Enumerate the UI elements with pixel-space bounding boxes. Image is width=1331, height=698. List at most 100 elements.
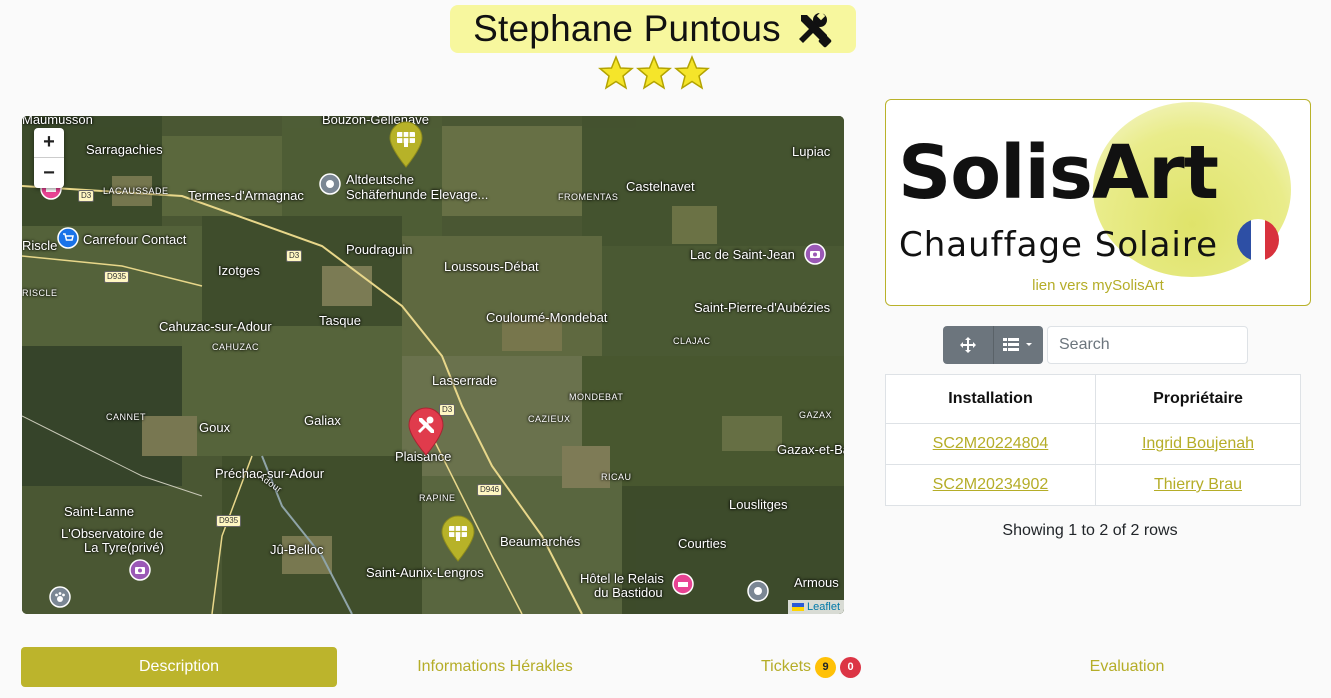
tab-label: Description <box>138 658 220 675</box>
tab-label: Informations Hérakles <box>417 658 573 675</box>
map-label: Schäferhunde Elevage... <box>346 187 489 202</box>
table-cell: Thierry Brau <box>1095 464 1301 506</box>
map-label: Saint-Pierre-d'Aubézies <box>694 300 831 315</box>
map-label: Galiax <box>304 413 341 428</box>
paw-icon[interactable] <box>49 586 71 608</box>
move-icon <box>959 337 976 353</box>
move-button[interactable] <box>943 326 994 364</box>
map-label: FROMENTAS <box>558 192 619 202</box>
map-label: Goux <box>199 420 231 435</box>
map-label: Sarragachies <box>86 142 163 157</box>
tab-description[interactable]: Description <box>21 647 337 687</box>
map-label: Louslitges <box>729 497 788 512</box>
road-shield: D935 <box>216 515 242 527</box>
star-icon <box>598 55 634 90</box>
map-label: RAPINE <box>419 493 456 503</box>
map-label: Lac de Saint-Jean <box>690 247 795 262</box>
page-title: Stephane Puntous <box>473 8 781 49</box>
map-label: Courties <box>678 536 727 551</box>
zoom-in-button[interactable]: + <box>34 128 64 158</box>
tools-icon <box>798 11 832 48</box>
france-flag-icon <box>1237 219 1279 261</box>
map-label: CANNET <box>106 412 147 422</box>
tab-label: Tickets <box>760 658 812 675</box>
map-label: Couloumé-Mondebat <box>486 310 608 325</box>
tab-informations-herakles[interactable]: Informations Hérakles <box>337 647 653 687</box>
map[interactable]: Bouzon-Gellenave Sarragachies Lupiac LAC… <box>22 116 844 614</box>
map-label: Armous <box>794 575 839 590</box>
columns-dropdown-button[interactable] <box>994 326 1044 364</box>
map-label: Altdeutsche <box>346 172 414 187</box>
attribution-link[interactable]: Leaflet <box>807 601 840 613</box>
zoom-out-button[interactable]: − <box>34 158 64 188</box>
camera-icon[interactable] <box>804 243 826 265</box>
map-label: CLAJAC <box>673 336 711 346</box>
installations-table: Installation Propriétaire SC2M20224804 I… <box>885 374 1301 506</box>
table-row: SC2M20224804 Ingrid Boujenah <box>885 423 1301 465</box>
columns-list-icon <box>1003 338 1033 351</box>
map-label: LACAUSSADE <box>103 186 169 196</box>
pagination-info: Showing 1 to 2 of 2 rows <box>1002 522 1178 539</box>
place-pin-icon[interactable] <box>747 580 769 602</box>
map-label: RISCLE <box>22 288 58 298</box>
owner-link[interactable]: Ingrid Boujenah <box>1142 435 1254 452</box>
map-label: Maumusson <box>22 116 93 127</box>
map-label: Saint-Lanne <box>64 504 135 519</box>
search-input[interactable] <box>1047 326 1248 364</box>
tab-tickets[interactable]: Tickets 9 0 <box>653 647 969 687</box>
map-label: GAZAX <box>799 410 833 420</box>
table-row: SC2M20234902 Thierry Brau <box>885 464 1301 506</box>
map-label: Castelnavet <box>626 179 695 194</box>
star-icon <box>636 55 672 90</box>
place-pin-icon[interactable] <box>319 173 341 195</box>
map-label: Saint-Aunix-Lengros <box>366 565 484 580</box>
solar-panel-marker-icon[interactable] <box>388 120 424 168</box>
map-label: Termes-d'Armagnac <box>188 188 304 203</box>
map-label: Poudraguin <box>346 242 413 257</box>
brand-tagline: Chauffage Solaire <box>899 225 1219 265</box>
tickets-open-badge: 9 <box>815 656 837 678</box>
hotel-icon[interactable] <box>672 573 694 595</box>
map-label: Gazax-et-Baccarisse <box>777 442 844 457</box>
map-label: Riscle <box>22 238 58 253</box>
installation-link[interactable]: SC2M20234902 <box>933 476 1049 493</box>
map-label: Jû-Belloc <box>270 542 324 557</box>
road-shield: D946 <box>477 484 503 496</box>
ukraine-flag-icon <box>791 603 804 611</box>
tab-evaluation[interactable]: Evaluation <box>969 647 1285 687</box>
zoom-control: + − <box>34 128 64 188</box>
tickets-urgent-badge: 0 <box>840 656 862 678</box>
map-label: L'Observatoire de <box>61 526 164 541</box>
column-header-owner[interactable]: Propriétaire <box>1095 374 1301 424</box>
map-label: RICAU <box>601 472 632 482</box>
map-label: CAZIEUX <box>528 414 571 424</box>
installation-link[interactable]: SC2M20224804 <box>933 435 1049 452</box>
brand-card: SolisArt Chauffage Solaire lien vers myS… <box>885 99 1311 306</box>
map-label: La Tyre(privé) <box>84 540 164 555</box>
map-label: du Bastidou <box>594 585 663 600</box>
tab-label: Evaluation <box>1089 658 1165 675</box>
table-cell: SC2M20234902 <box>885 464 1096 506</box>
mysolisart-link[interactable]: lien vers mySolisArt <box>886 277 1310 294</box>
map-label: CAHUZAC <box>212 342 260 352</box>
column-header-installation[interactable]: Installation <box>885 374 1096 424</box>
camera-icon[interactable] <box>129 559 151 581</box>
solar-panel-marker-icon[interactable] <box>440 514 476 562</box>
owner-link[interactable]: Thierry Brau <box>1154 476 1242 493</box>
table-header-row: Installation Propriétaire <box>885 374 1301 424</box>
star-icon <box>674 55 710 90</box>
map-label: Loussous-Débat <box>444 259 539 274</box>
map-label: MONDEBAT <box>569 392 624 402</box>
tools-marker-icon[interactable] <box>407 406 445 456</box>
brand-logo-text: SolisArt <box>898 130 1219 216</box>
map-label: Izotges <box>218 263 260 278</box>
table-cell: SC2M20224804 <box>885 423 1096 465</box>
shopping-cart-icon[interactable] <box>57 227 79 249</box>
road-shield: D3 <box>78 190 95 202</box>
table-cell: Ingrid Boujenah <box>1095 423 1301 465</box>
map-label: Hôtel le Relais <box>580 571 664 586</box>
map-attribution[interactable]: Leaflet <box>787 600 844 614</box>
map-label: Lasserrade <box>432 373 498 388</box>
road-shield: D935 <box>104 271 130 283</box>
map-label: Tasque <box>319 313 361 328</box>
